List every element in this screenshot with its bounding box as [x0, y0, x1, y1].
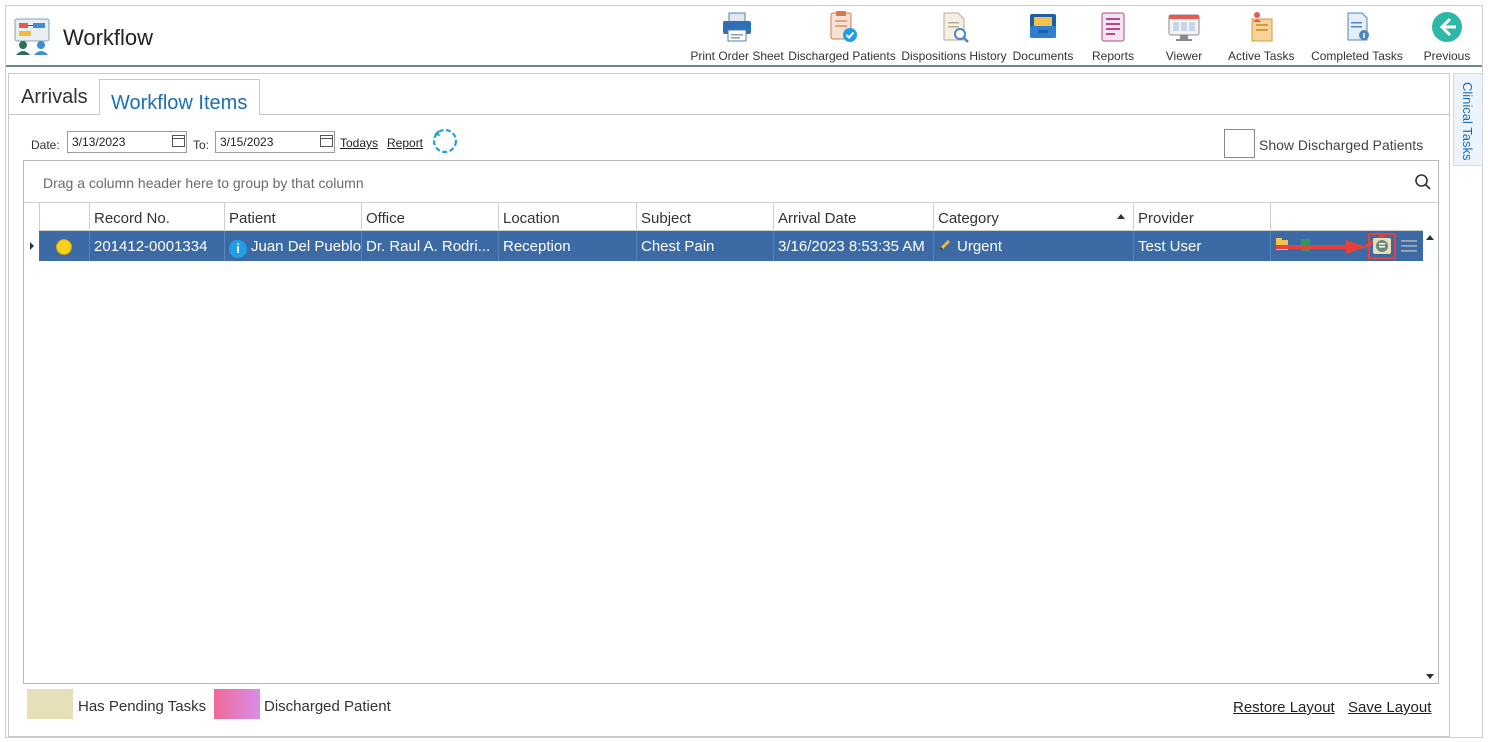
date-from-input[interactable] — [67, 131, 187, 153]
column-header-subject[interactable]: Subject — [636, 203, 773, 231]
location-cell: Reception — [498, 231, 636, 261]
discharged-patients-icon — [830, 11, 857, 42]
office-cell: Dr. Raul A. Rodri... — [361, 231, 498, 261]
report-link[interactable]: Report — [387, 136, 423, 150]
row-actions-cell — [1270, 231, 1423, 261]
toolbar-label: Completed Tasks — [1311, 49, 1403, 63]
column-header-patient[interactable]: Patient — [224, 203, 361, 231]
arrival-date-cell: 3/16/2023 8:53:35 AM — [773, 231, 933, 261]
column-header-record-no[interactable]: Record No. — [89, 203, 224, 231]
category-label: Urgent — [957, 238, 1003, 255]
main-panel: Arrivals Workflow Items Date: To: Todays… — [8, 73, 1450, 737]
scroll-down-icon[interactable] — [1426, 674, 1434, 679]
column-header-category[interactable]: Category — [933, 203, 1133, 231]
workflow-window: Workflow Print Order Sheet Discharged Pa… — [5, 5, 1483, 738]
viewer-button[interactable]: Viewer — [1164, 8, 1204, 66]
print-order-sheet-button[interactable]: Print Order Sheet — [690, 8, 784, 66]
row-action-icons — [1276, 233, 1417, 259]
column-header-location[interactable]: Location — [498, 203, 636, 231]
vertical-scrollbar[interactable] — [1423, 231, 1438, 683]
pending-tasks-swatch — [27, 689, 73, 719]
documents-icon — [1030, 14, 1056, 38]
completed-tasks-button[interactable]: Completed Tasks — [1310, 8, 1404, 66]
toolbar-label: Previous — [1423, 49, 1471, 63]
column-header-arrival-date[interactable]: Arrival Date — [773, 203, 933, 231]
restore-layout-link[interactable]: Restore Layout — [1233, 699, 1335, 716]
dispositions-history-button[interactable]: Dispositions History — [899, 8, 1009, 66]
previous-button[interactable]: Previous — [1422, 8, 1472, 66]
date-to-input[interactable] — [215, 131, 335, 153]
reports-icon — [1101, 12, 1125, 42]
viewer-icon — [1168, 14, 1200, 41]
discharged-patient-label: Discharged Patient — [264, 698, 391, 715]
documents-button[interactable]: Documents — [1012, 8, 1074, 66]
toolbar-label: Active Tasks — [1228, 49, 1295, 63]
toolbar-label: Viewer — [1165, 49, 1203, 63]
scroll-up-icon[interactable] — [1426, 235, 1434, 240]
back-arrow-icon — [1432, 12, 1462, 42]
show-discharged-checkbox[interactable] — [1224, 129, 1255, 158]
status-cell — [39, 231, 89, 261]
toolbar-label: Documents — [1012, 49, 1074, 63]
workflow-grid: Drag a column header here to group by th… — [23, 160, 1439, 684]
discharged-patient-swatch — [214, 689, 260, 719]
tab-arrivals[interactable]: Arrivals — [21, 86, 88, 109]
table-row[interactable]: 201412-0001334 i Juan Del Pueblo Dr. Raul… — [39, 231, 1423, 261]
pending-status-icon — [56, 239, 72, 255]
printer-icon — [723, 12, 751, 42]
header: Workflow Print Order Sheet Discharged Pa… — [6, 6, 1482, 67]
refresh-icon[interactable] — [431, 127, 459, 155]
active-tasks-button[interactable]: Active Tasks — [1228, 8, 1294, 66]
column-header-provider[interactable]: Provider — [1133, 203, 1270, 231]
column-header-office[interactable]: Office — [361, 203, 498, 231]
record-no-cell: 201412-0001334 — [89, 231, 224, 261]
patient-name: Juan Del Pueblo — [251, 238, 361, 255]
column-header-actions — [1270, 203, 1423, 231]
to-label: To: — [193, 138, 210, 152]
reports-button[interactable]: Reports — [1090, 8, 1136, 66]
toolbar-label: Reports — [1091, 49, 1135, 63]
tab-workflow-items[interactable]: Workflow Items — [99, 79, 260, 115]
discharged-patients-button[interactable]: Discharged Patients — [788, 8, 896, 66]
current-row-indicator-icon — [30, 242, 34, 250]
info-icon[interactable]: i — [229, 240, 247, 258]
todays-link[interactable]: Todays — [340, 136, 378, 150]
date-label: Date: — [31, 138, 60, 152]
toolbar-label: Print Order Sheet — [690, 49, 784, 63]
toolbar-label: Dispositions History — [901, 49, 1007, 63]
pending-tasks-label: Has Pending Tasks — [78, 698, 207, 715]
provider-cell: Test User — [1133, 231, 1270, 261]
calendar-icon[interactable] — [172, 135, 185, 147]
calendar-icon[interactable] — [320, 135, 333, 147]
category-cell: Urgent — [933, 231, 1133, 261]
toolbar: Print Order Sheet Discharged Patients Di… — [6, 6, 1482, 67]
column-header-category-label: Category — [938, 210, 999, 227]
toolbar-label: Discharged Patients — [788, 49, 896, 63]
dispositions-history-icon — [943, 12, 969, 43]
clinical-tasks-side-tab[interactable]: Clinical Tasks — [1453, 73, 1483, 166]
sort-ascending-icon — [1117, 214, 1125, 219]
pencil-icon — [940, 240, 950, 250]
more-options-icon[interactable] — [1401, 240, 1417, 252]
group-by-panel[interactable]: Drag a column header here to group by th… — [24, 161, 1438, 203]
column-header-status[interactable] — [39, 203, 89, 231]
active-tasks-icon — [1251, 12, 1273, 42]
clinical-tasks-label: Clinical Tasks — [1460, 82, 1475, 161]
search-icon[interactable] — [1414, 173, 1432, 191]
patient-cell[interactable]: i Juan Del Pueblo — [224, 231, 361, 261]
group-by-hint: Drag a column header here to group by th… — [43, 175, 364, 191]
completed-tasks-icon — [1347, 12, 1369, 41]
subject-cell: Chest Pain — [636, 231, 773, 261]
show-discharged-label: Show Discharged Patients — [1259, 137, 1424, 153]
column-header-row: Record No. Patient Office Location Subje… — [39, 203, 1423, 231]
save-layout-link[interactable]: Save Layout — [1348, 699, 1431, 716]
